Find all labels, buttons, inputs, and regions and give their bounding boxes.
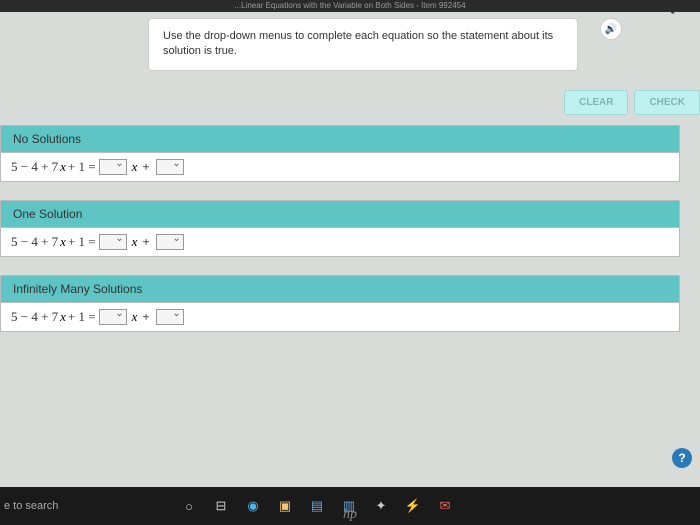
- header-bar: ...Linear Equations with the Variable on…: [0, 0, 700, 12]
- task-view-icon[interactable]: ⊟: [212, 497, 230, 515]
- plus-sign: +: [142, 159, 149, 175]
- problem-no-solutions: No Solutions 5 − 4 + 7 x + 1 = x +: [0, 125, 680, 182]
- equation-row: 5 − 4 + 7 x + 1 = x +: [0, 153, 680, 182]
- coefficient-dropdown[interactable]: [99, 309, 127, 325]
- speaker-icon: 🔊: [605, 24, 617, 35]
- coefficient-dropdown[interactable]: [99, 234, 127, 250]
- equation-row: 5 − 4 + 7 x + 1 = x +: [0, 303, 680, 332]
- coefficient-dropdown[interactable]: [99, 159, 127, 175]
- search-text[interactable]: e to search: [0, 500, 170, 512]
- constant-dropdown[interactable]: [156, 309, 184, 325]
- lhs-text: 5 − 4 + 7: [11, 159, 58, 175]
- plus-sign: +: [142, 309, 149, 325]
- quest-label: Quest: [667, 2, 698, 14]
- constant-dropdown[interactable]: [156, 159, 184, 175]
- cortana-icon[interactable]: ○: [180, 497, 198, 515]
- variable-x: x: [60, 309, 66, 325]
- lhs-text: 5 − 4 + 7: [11, 234, 58, 250]
- help-button[interactable]: ?: [672, 448, 692, 468]
- app-icon-2[interactable]: ⚡: [404, 497, 422, 515]
- instruction-box: Use the drop-down menus to complete each…: [148, 18, 578, 71]
- gmail-icon[interactable]: ✉: [436, 497, 454, 515]
- instruction-text: Use the drop-down menus to complete each…: [163, 30, 553, 57]
- problem-header: No Solutions: [0, 125, 680, 153]
- variable-x: x: [60, 234, 66, 250]
- header-title: ...Linear Equations with the Variable on…: [234, 1, 465, 10]
- problem-one-solution: One Solution 5 − 4 + 7 x + 1 = x +: [0, 200, 680, 257]
- after-var: + 1 =: [68, 234, 96, 250]
- edge-icon[interactable]: ◉: [244, 497, 262, 515]
- problem-header: Infinitely Many Solutions: [0, 275, 680, 303]
- problems-container: No Solutions 5 − 4 + 7 x + 1 = x + One S…: [0, 125, 680, 350]
- audio-button[interactable]: 🔊: [600, 18, 622, 40]
- variable-x: x: [132, 234, 138, 250]
- explorer-icon[interactable]: ▣: [276, 497, 294, 515]
- clear-button[interactable]: CLEAR: [564, 90, 628, 115]
- check-button[interactable]: CHECK: [634, 90, 700, 115]
- problem-infinite-solutions: Infinitely Many Solutions 5 − 4 + 7 x + …: [0, 275, 680, 332]
- after-var: + 1 =: [68, 309, 96, 325]
- plus-sign: +: [142, 234, 149, 250]
- equation-row: 5 − 4 + 7 x + 1 = x +: [0, 228, 680, 257]
- app-icon[interactable]: ✦: [372, 497, 390, 515]
- constant-dropdown[interactable]: [156, 234, 184, 250]
- variable-x: x: [132, 159, 138, 175]
- hp-logo: hp: [343, 507, 357, 523]
- lhs-text: 5 − 4 + 7: [11, 309, 58, 325]
- store-icon[interactable]: ▤: [308, 497, 326, 515]
- after-var: + 1 =: [68, 159, 96, 175]
- problem-header: One Solution: [0, 200, 680, 228]
- variable-x: x: [132, 309, 138, 325]
- variable-x: x: [60, 159, 66, 175]
